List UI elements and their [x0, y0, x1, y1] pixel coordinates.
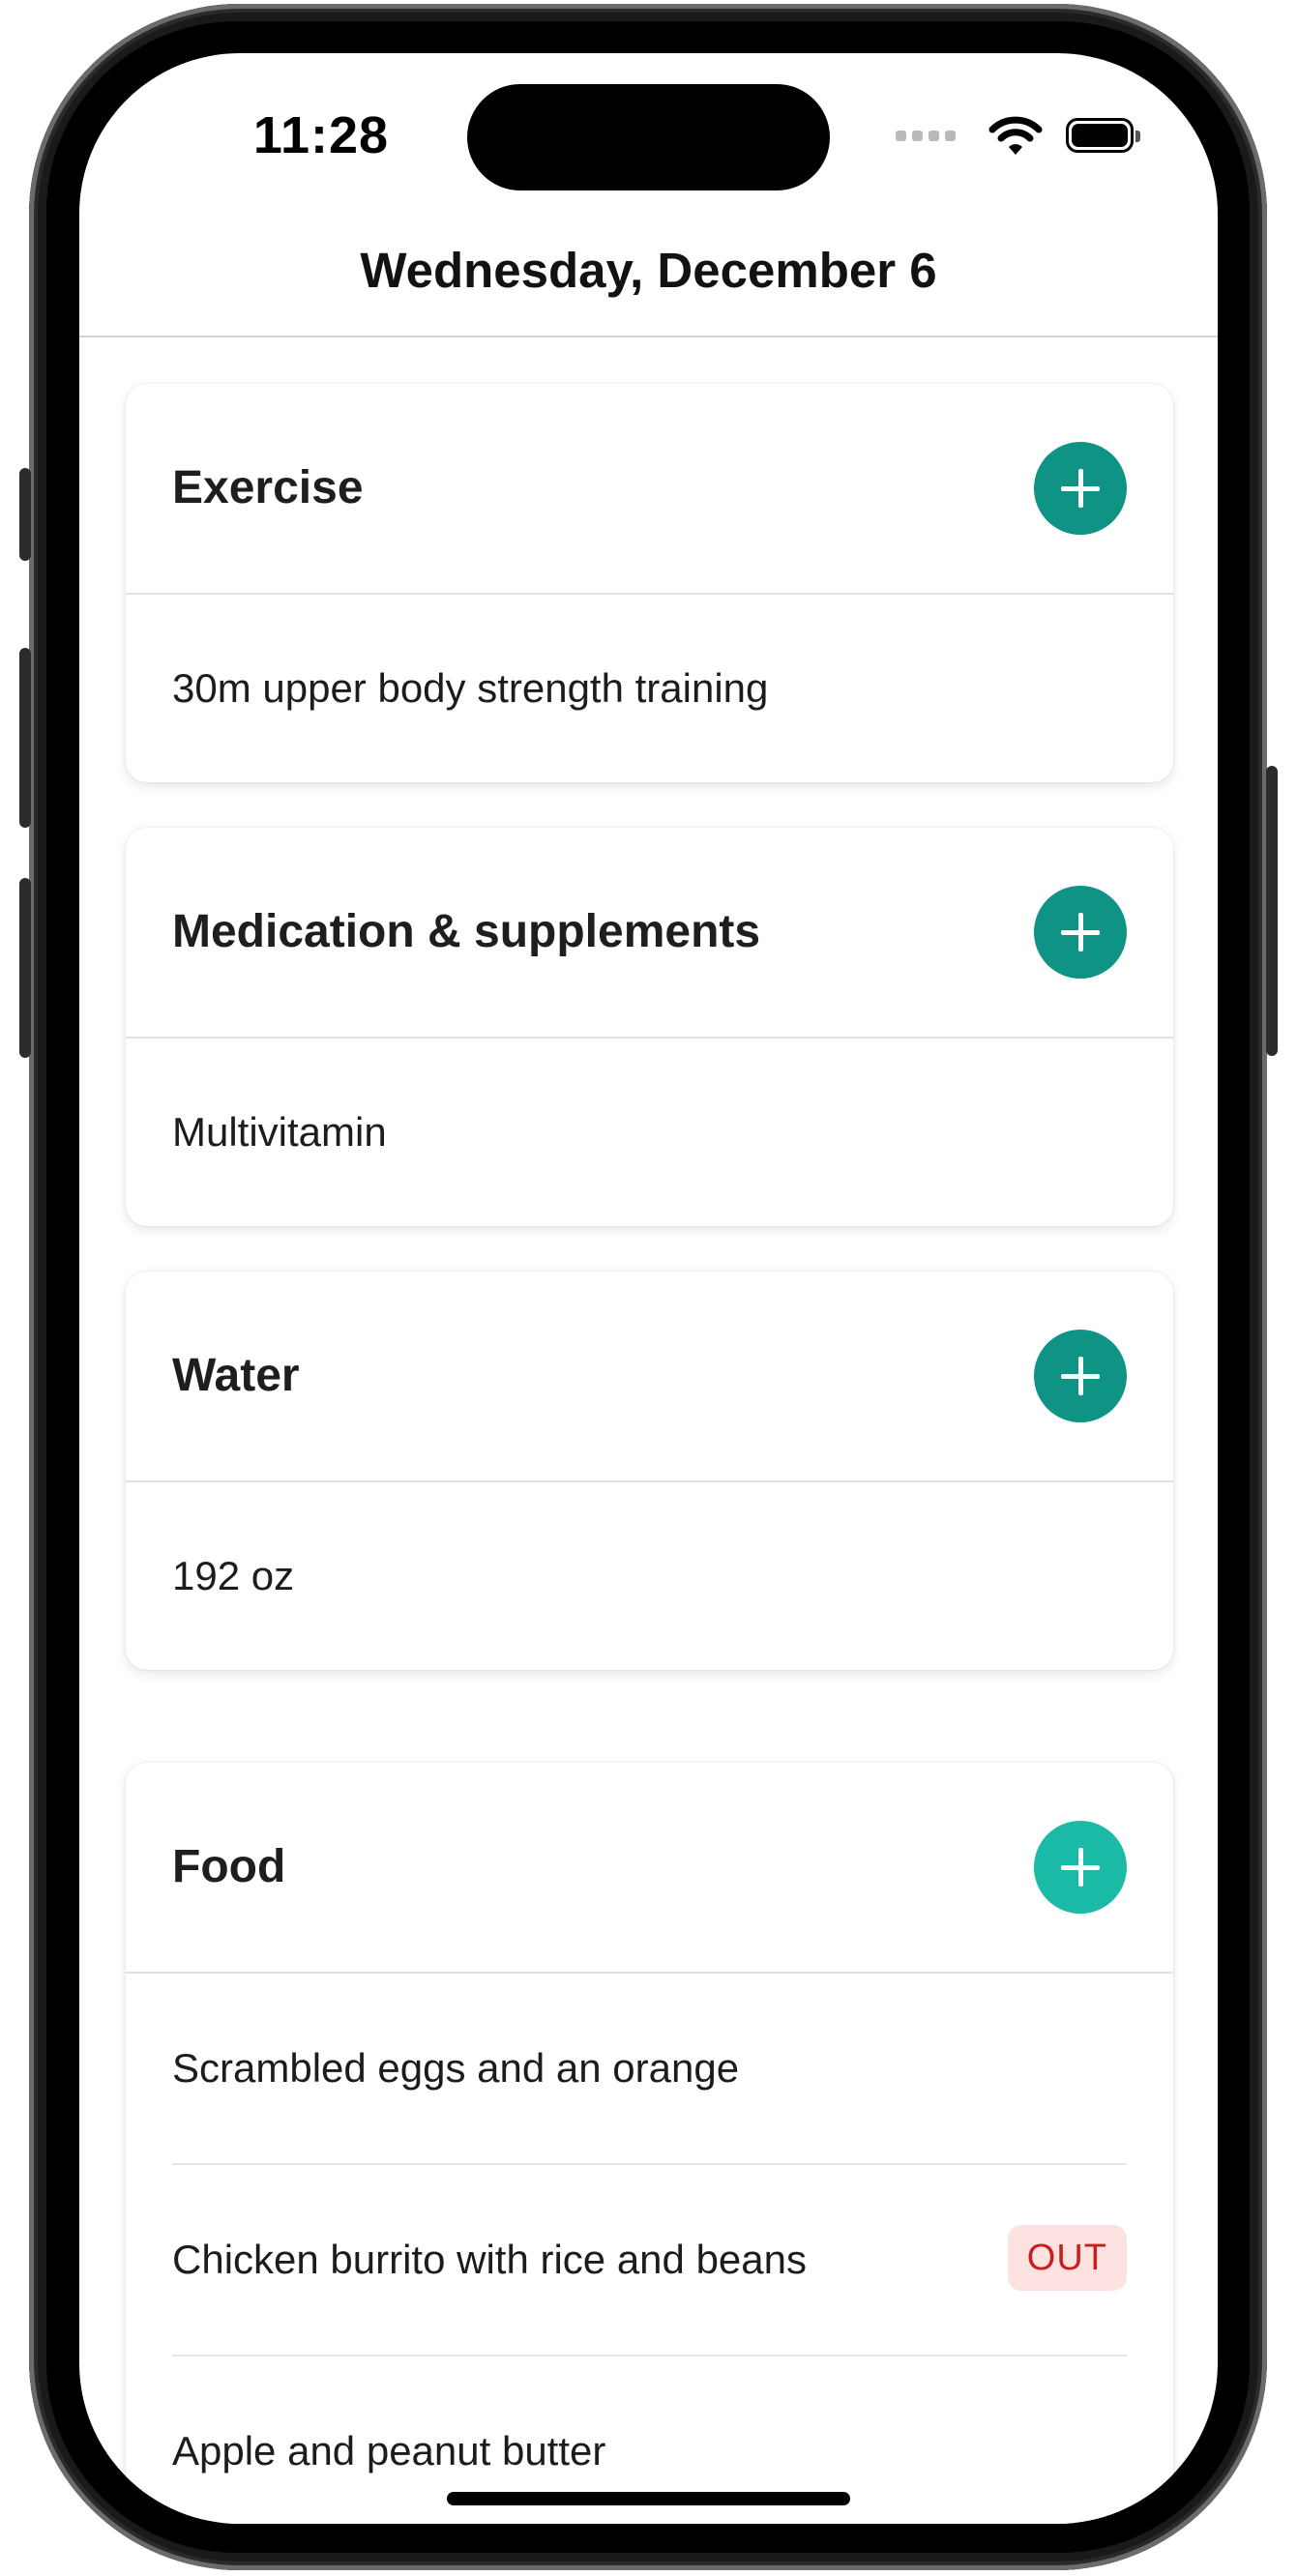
add-water-button[interactable]	[1034, 1330, 1127, 1422]
list-item[interactable]: 30m upper body strength training	[126, 595, 1173, 782]
medication-card: Medication & supplements Multivitamin	[126, 828, 1173, 1226]
home-indicator[interactable]	[447, 2492, 850, 2505]
food-item[interactable]: Scrambled eggs and an orange	[172, 1974, 1127, 2163]
card-header: Food	[126, 1763, 1173, 1972]
add-exercise-button[interactable]	[1034, 442, 1127, 535]
list-item[interactable]: 192 oz	[126, 1482, 1173, 1670]
action-button	[19, 468, 31, 561]
volume-down-button	[19, 878, 31, 1058]
wifi-icon	[988, 116, 1043, 155]
card-title: Water	[172, 1350, 300, 1401]
exercise-card: Exercise 30m upper body strength trainin…	[126, 384, 1173, 782]
header-divider	[79, 336, 1218, 337]
cellular-signal-icon	[896, 130, 956, 141]
add-food-button[interactable]	[1034, 1821, 1127, 1914]
food-card: Food Scrambled eggs and an orange Chicke…	[126, 1763, 1173, 2524]
status-icons	[896, 111, 1140, 160]
add-medication-button[interactable]	[1034, 886, 1127, 979]
card-header: Exercise	[126, 384, 1173, 593]
water-card: Water 192 oz	[126, 1272, 1173, 1670]
food-item-label: Chicken burrito with rice and beans	[172, 2237, 808, 2282]
volume-up-button	[19, 648, 31, 828]
card-header: Medication & supplements	[126, 828, 1173, 1037]
card-title: Medication & supplements	[172, 906, 761, 957]
app-screen: 11:28 Wednesday, December 6 Exercise 30m…	[79, 53, 1218, 2524]
power-button	[1266, 766, 1278, 1056]
food-item-label: Scrambled eggs and an orange	[172, 2045, 740, 2091]
food-item-label: Apple and peanut butter	[172, 2428, 606, 2474]
battery-icon	[1066, 118, 1140, 153]
card-header: Water	[126, 1272, 1173, 1480]
card-title: Food	[172, 1841, 286, 1892]
status-time: 11:28	[252, 106, 390, 164]
food-item[interactable]: Chicken burrito with rice and beans OUT	[172, 2165, 1127, 2355]
dynamic-island	[467, 84, 830, 190]
card-title: Exercise	[172, 462, 364, 513]
list-item[interactable]: Multivitamin	[126, 1039, 1173, 1226]
page-title: Wednesday, December 6	[360, 243, 937, 298]
out-badge: OUT	[1007, 2225, 1127, 2291]
